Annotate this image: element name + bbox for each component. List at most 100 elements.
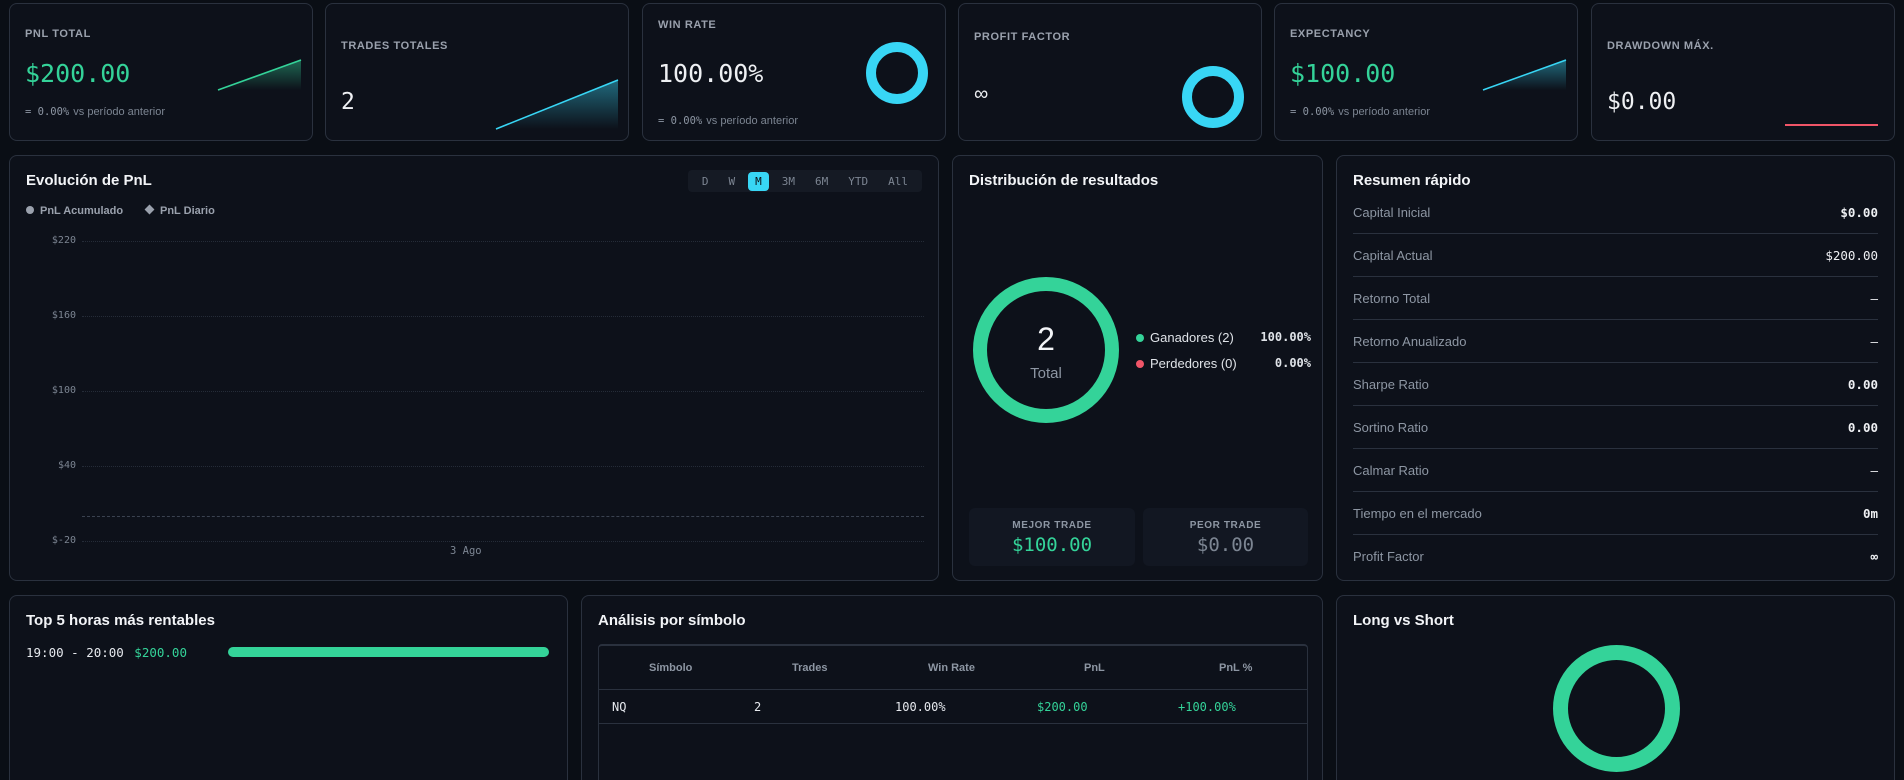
- range-button-w[interactable]: W: [722, 172, 743, 191]
- diamond-icon: [144, 204, 155, 215]
- card-title: Long vs Short: [1353, 612, 1454, 629]
- summary-row: Capital Actual $200.00: [1353, 234, 1878, 277]
- kpi-card-expectancy: EXPECTANCY $100.00 = 0.00% vs período ant…: [1274, 3, 1578, 141]
- range-button-ytd[interactable]: YTD: [841, 172, 875, 191]
- grid-line: [82, 466, 924, 467]
- summary-row: Sortino Ratio 0.00: [1353, 406, 1878, 449]
- table-row[interactable]: NQ 2 100.00% $200.00 +100.00%: [599, 690, 1307, 724]
- long-short-donut: [1553, 645, 1680, 772]
- hour-bar-track: [228, 647, 549, 657]
- kpi-label: PNL TOTAL: [25, 28, 91, 40]
- cell-symbol: NQ: [612, 700, 627, 714]
- kpi-card-win-rate: WIN RATE 100.00% = 0.00% vs período anter…: [642, 3, 946, 141]
- legend-perdedores: Perdedores (0) 0.00%: [1136, 356, 1311, 371]
- circle-icon: [26, 206, 34, 214]
- donut-total-value: 2: [1037, 321, 1055, 357]
- legend-ganadores: Ganadores (2) 100.00%: [1136, 330, 1311, 345]
- y-tick: $100: [51, 385, 76, 396]
- summary-row: Retorno Total —: [1353, 277, 1878, 320]
- summary-row: Sharpe Ratio 0.00: [1353, 363, 1878, 406]
- kpi-value: 2: [341, 89, 355, 115]
- kpi-card-drawdown: DRAWDOWN MÁX. $0.00: [1591, 3, 1895, 141]
- summary-row: Profit Factor ∞: [1353, 549, 1878, 564]
- long-short-card: Long vs Short: [1336, 595, 1895, 780]
- card-title: Distribución de resultados: [969, 172, 1159, 189]
- summary-row: Tiempo en el mercado 0m: [1353, 492, 1878, 535]
- worst-trade-label: PEOR TRADE: [1189, 520, 1262, 531]
- sparkline: [1482, 59, 1567, 91]
- cell-pnl-pct: +100.00%: [1178, 700, 1236, 714]
- grid-line: [82, 241, 924, 242]
- circle-icon: [1136, 360, 1144, 368]
- table-header: Símbolo Trades Win Rate PnL PnL %: [599, 646, 1307, 690]
- y-tick: $40: [57, 460, 76, 471]
- win-rate-gauge: [866, 42, 928, 104]
- summary-row: Capital Inicial $0.00: [1353, 191, 1878, 234]
- x-tick: 3 Ago: [450, 545, 482, 557]
- kpi-card-trades-totales: TRADES TOTALES 2: [325, 3, 629, 141]
- kpi-card-pnl-total: PNL TOTAL $200.00 = 0.00% vs período ante…: [9, 3, 313, 141]
- card-title: Evolución de PnL: [26, 172, 152, 189]
- y-tick: $-20: [51, 535, 76, 546]
- kpi-value: 100.00%: [658, 59, 764, 88]
- top-hours-card: Top 5 horas más rentables 19:00 - 20:00 …: [9, 595, 568, 780]
- distribution-card: Distribución de resultados 2 Total Ganad…: [952, 155, 1323, 581]
- kpi-value: $100.00: [1290, 59, 1396, 88]
- cell-win-rate: 100.00%: [895, 700, 946, 714]
- best-trade-label: MEJOR TRADE: [1012, 520, 1092, 531]
- cell-trades: 2: [754, 700, 762, 714]
- kpi-comparison: = 0.00% vs período anterior: [25, 106, 165, 118]
- worst-trade-box: PEOR TRADE $0.00: [1143, 508, 1308, 566]
- grid-line: [82, 391, 924, 392]
- kpi-value: ∞: [974, 83, 989, 105]
- sparkline: [217, 59, 302, 91]
- column-header[interactable]: Trades: [792, 646, 827, 690]
- range-button-all[interactable]: All: [881, 172, 915, 191]
- kpi-comparison: = 0.00% vs período anterior: [658, 115, 798, 127]
- grid-line: [82, 541, 924, 542]
- range-button-3m[interactable]: 3M: [775, 172, 802, 191]
- range-button-d[interactable]: D: [695, 172, 716, 191]
- quick-summary-card: Resumen rápido Capital Inicial $0.00 Capi…: [1336, 155, 1895, 581]
- kpi-value: $0.00: [1607, 89, 1677, 115]
- hour-range: 19:00 - 20:00: [26, 645, 124, 660]
- circle-icon: [1136, 334, 1144, 342]
- grid-line: [82, 316, 924, 317]
- range-selector: D W M 3M 6M YTD All: [687, 170, 922, 192]
- y-tick: $220: [51, 235, 76, 246]
- y-tick: $160: [51, 310, 76, 321]
- summary-row: Calmar Ratio —: [1353, 449, 1878, 492]
- column-header[interactable]: Win Rate: [928, 646, 975, 690]
- worst-trade-value: $0.00: [1196, 534, 1255, 556]
- card-title: Resumen rápido: [1353, 172, 1471, 189]
- zero-line: [82, 516, 924, 517]
- hour-row: 19:00 - 20:00 $200.00: [26, 644, 553, 660]
- hour-value: $200.00: [134, 645, 187, 660]
- kpi-label: WIN RATE: [658, 19, 717, 31]
- symbol-analysis-card: Análisis por símbolo Símbolo Trades Win …: [581, 595, 1323, 780]
- column-header[interactable]: PnL: [1084, 646, 1105, 690]
- legend-pnl-acumulado[interactable]: PnL Acumulado: [26, 205, 123, 217]
- best-trade-value: $100.00: [1011, 534, 1093, 556]
- sparkline: [495, 79, 619, 130]
- pnl-evolution-card: Evolución de PnL D W M 3M 6M YTD All PnL…: [9, 155, 939, 581]
- kpi-label: TRADES TOTALES: [341, 40, 448, 52]
- card-title: Top 5 horas más rentables: [26, 612, 215, 629]
- range-button-m[interactable]: M: [748, 171, 769, 191]
- card-title: Análisis por símbolo: [598, 612, 746, 629]
- kpi-label: PROFIT FACTOR: [974, 31, 1071, 43]
- kpi-label: DRAWDOWN MÁX.: [1607, 40, 1714, 52]
- column-header[interactable]: PnL %: [1219, 646, 1252, 690]
- summary-row: Retorno Anualizado —: [1353, 320, 1878, 363]
- donut-total-label: Total: [1030, 365, 1062, 382]
- cell-pnl: $200.00: [1037, 700, 1088, 714]
- legend-pnl-diario[interactable]: PnL Diario: [144, 204, 215, 217]
- column-header[interactable]: Símbolo: [649, 646, 692, 690]
- range-button-6m[interactable]: 6M: [808, 172, 835, 191]
- best-trade-box: MEJOR TRADE $100.00: [969, 508, 1135, 566]
- profit-factor-gauge: [1182, 66, 1244, 128]
- kpi-label: EXPECTANCY: [1290, 28, 1371, 40]
- kpi-card-profit-factor: PROFIT FACTOR ∞: [958, 3, 1262, 141]
- symbol-table: Símbolo Trades Win Rate PnL PnL % NQ 2 1…: [598, 644, 1308, 780]
- kpi-comparison: = 0.00% vs período anterior: [1290, 106, 1430, 118]
